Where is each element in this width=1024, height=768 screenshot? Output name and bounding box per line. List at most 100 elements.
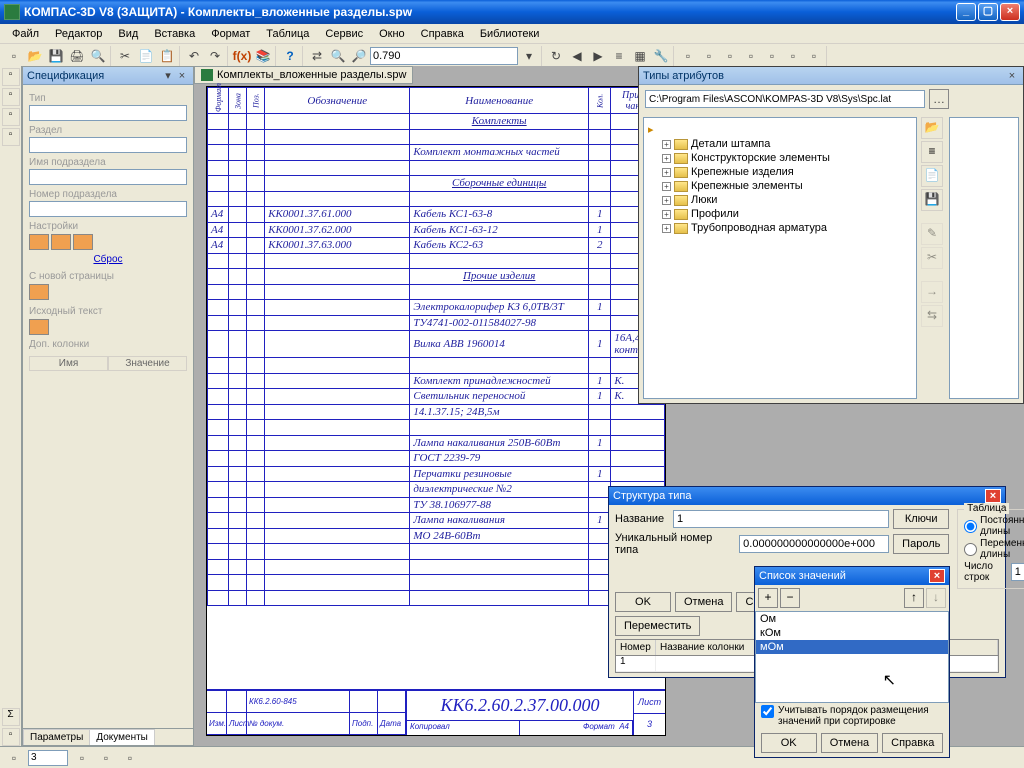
tree-item[interactable]: +Крепежные изделия	[648, 165, 912, 179]
tb-icon[interactable]: ▫	[720, 46, 740, 66]
button-klyuchi[interactable]: Ключи	[893, 509, 949, 529]
panel-pin-icon[interactable]: ▾	[161, 69, 175, 82]
spec-row[interactable]: Вилка ABB 1960014116А,4 конт	[208, 331, 665, 358]
ltool[interactable]: ▫	[2, 728, 20, 746]
tree-item[interactable]: +Люки	[648, 193, 912, 207]
spec-row[interactable]: Электрокалорифер КЗ 6,0ТВ/3Т1	[208, 300, 665, 316]
tb-icon[interactable]: ▫	[741, 46, 761, 66]
input-uniq[interactable]	[739, 535, 889, 553]
spec-row[interactable]	[208, 590, 665, 606]
nav-back-icon[interactable]: ◀	[567, 46, 587, 66]
attr-tool-list[interactable]: ≡	[921, 141, 943, 163]
spec-row[interactable]	[208, 160, 665, 176]
menu-item[interactable]: Файл	[4, 26, 47, 41]
spec-row[interactable]	[208, 358, 665, 374]
vals-ok[interactable]: OK	[761, 733, 817, 753]
attr-tool-rev[interactable]: ⇆	[921, 305, 943, 327]
attr-tool-cut[interactable]: ✂	[921, 247, 943, 269]
close-button[interactable]: ×	[1000, 3, 1020, 21]
grid-icon[interactable]: ▦	[630, 46, 650, 66]
nav-fwd-icon[interactable]: ▶	[588, 46, 608, 66]
vals-cancel[interactable]: Отмена	[821, 733, 878, 753]
spec-row[interactable]: диэлектрические №2	[208, 482, 665, 498]
menu-item[interactable]: Формат	[203, 26, 258, 41]
lib-icon[interactable]: 📚	[253, 46, 273, 66]
vals-close-icon[interactable]: ×	[929, 569, 945, 583]
spec-row[interactable]	[208, 253, 665, 269]
attr-tree[interactable]: ▸ +Детали штампа+Конструкторские элемент…	[643, 117, 917, 399]
input-chislo[interactable]	[1011, 563, 1024, 581]
minimize-button[interactable]: _	[956, 3, 976, 21]
menu-item[interactable]: Таблица	[258, 26, 317, 41]
tb-icon[interactable]: ▫	[804, 46, 824, 66]
list-icon[interactable]: ≡	[609, 46, 629, 66]
spec-row[interactable]	[208, 284, 665, 300]
struct-button[interactable]: Отмена	[675, 592, 732, 612]
tb-icon[interactable]: ▫	[783, 46, 803, 66]
spec-row[interactable]: А4КК0001.37.61.000Кабель КС1-63-81	[208, 207, 665, 223]
status-icon[interactable]: ▫	[120, 748, 140, 768]
spec-row[interactable]	[208, 544, 665, 560]
input-imya-podrazdel[interactable]	[29, 169, 187, 185]
struct-button[interactable]: Переместить	[615, 616, 700, 636]
radio-perem[interactable]	[964, 543, 977, 556]
swatch[interactable]	[29, 319, 49, 335]
new-icon[interactable]: ▫	[4, 46, 24, 66]
spec-row[interactable]	[208, 191, 665, 207]
swatch[interactable]	[73, 234, 93, 250]
tab-dokumenty[interactable]: Документы	[89, 729, 155, 745]
zoom-combo[interactable]	[370, 47, 518, 65]
spec-row[interactable]	[208, 420, 665, 436]
paste-icon[interactable]: 📋	[157, 46, 177, 66]
struct-title[interactable]: Структура типа ×	[609, 487, 1005, 505]
button-parol[interactable]: Пароль	[893, 534, 949, 554]
spec-row[interactable]: Комплект монтажных частей	[208, 145, 665, 161]
swatch[interactable]	[51, 234, 71, 250]
vals-help[interactable]: Справка	[882, 733, 943, 753]
attr-tool-next[interactable]: →	[921, 281, 943, 303]
menu-item[interactable]: Редактор	[47, 26, 110, 41]
zoom-out-icon[interactable]: 🔎	[349, 46, 369, 66]
spec-row[interactable]: Перчатки резиновые1	[208, 466, 665, 482]
spec-row[interactable]: ТУ 38.106977-88	[208, 497, 665, 513]
spec-row[interactable]: Комплект принадлежностей1К.	[208, 373, 665, 389]
status-combo[interactable]	[28, 750, 68, 766]
menu-item[interactable]: Вид	[110, 26, 146, 41]
attr-close-icon[interactable]: ×	[1005, 70, 1019, 82]
spec-row[interactable]	[208, 575, 665, 591]
input-razdel[interactable]	[29, 137, 187, 153]
attr-tool-open[interactable]: 📂	[921, 117, 943, 139]
struct-close-icon[interactable]: ×	[985, 489, 1001, 503]
value-option[interactable]: Ом	[756, 612, 948, 626]
tree-item[interactable]: +Крепежные элементы	[648, 179, 912, 193]
spec-row[interactable]: Светильник переносной1К.	[208, 389, 665, 405]
open-icon[interactable]: 📂	[25, 46, 45, 66]
tb-icon[interactable]: ▫	[762, 46, 782, 66]
ltool-sigma[interactable]: Σ	[2, 708, 20, 726]
ltool[interactable]: ▫	[2, 88, 20, 106]
menu-item[interactable]: Справка	[413, 26, 472, 41]
panel-close-icon[interactable]: ×	[175, 70, 189, 82]
refresh-icon[interactable]: ↻	[546, 46, 566, 66]
vals-add-icon[interactable]: +	[758, 588, 778, 608]
spec-row[interactable]: МО 24В-60Вт	[208, 528, 665, 544]
swatch[interactable]	[29, 234, 49, 250]
undo-icon[interactable]: ↶	[184, 46, 204, 66]
status-icon[interactable]: ▫	[4, 748, 24, 768]
status-icon[interactable]: ▫	[72, 748, 92, 768]
spec-row[interactable]: Прочие изделия	[208, 269, 665, 285]
spec-row[interactable]: А4КК0001.37.62.000Кабель КС1-63-121	[208, 222, 665, 238]
vals-down-icon[interactable]: ↓	[926, 588, 946, 608]
value-option[interactable]: кОм	[756, 626, 948, 640]
redo-icon[interactable]: ↷	[205, 46, 225, 66]
attr-tool-save[interactable]: 💾	[921, 189, 943, 211]
print-icon[interactable]: 🖨	[67, 46, 87, 66]
ltool[interactable]: ▫	[2, 128, 20, 146]
maximize-button[interactable]: ▢	[978, 3, 998, 21]
zoom-in-icon[interactable]: 🔍	[328, 46, 348, 66]
tree-item[interactable]: +Трубопроводная арматура	[648, 221, 912, 235]
attr-path-input[interactable]	[645, 90, 925, 108]
tree-item[interactable]: +Детали штампа	[648, 137, 912, 151]
preview-icon[interactable]: 🔍	[88, 46, 108, 66]
input-nazvanie[interactable]	[673, 510, 889, 528]
